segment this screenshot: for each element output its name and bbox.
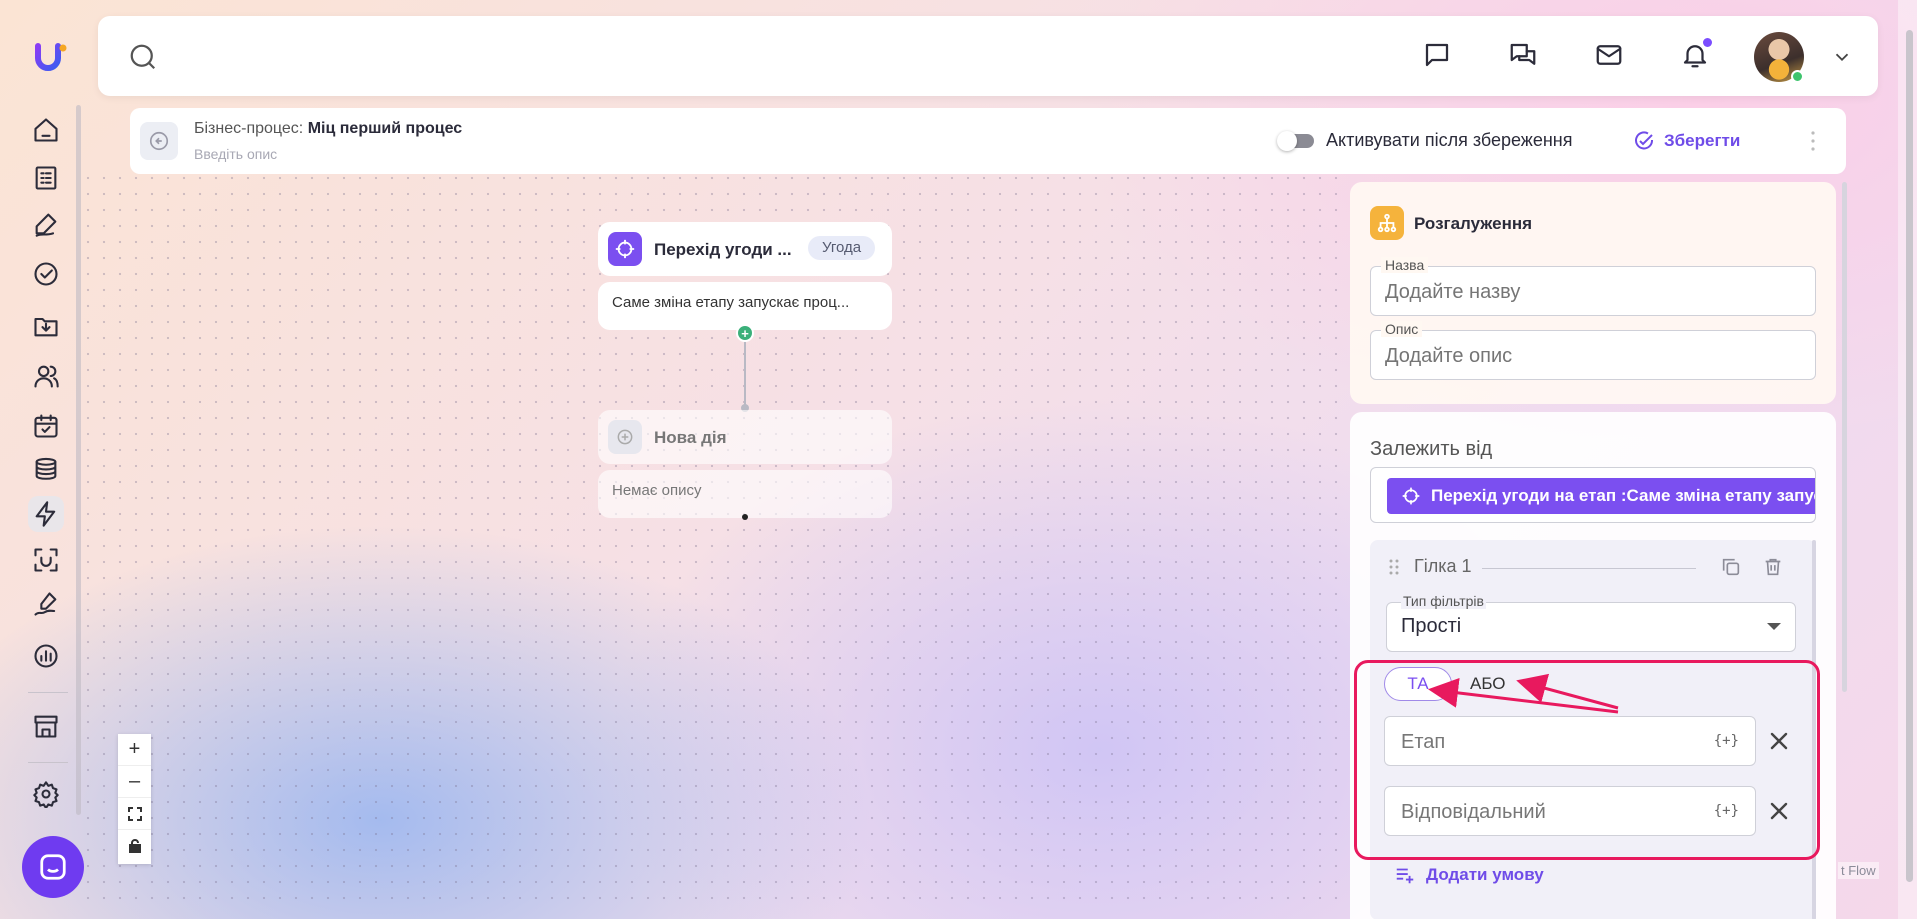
condition-placeholder: Етап (1401, 731, 1446, 753)
arrow-left-circle-icon (149, 131, 169, 151)
sidebar (0, 0, 84, 919)
name-field-label: Назва (1381, 257, 1429, 273)
depends-on-label: Залежить від (1370, 438, 1493, 460)
chats-icon[interactable] (1506, 38, 1540, 72)
message-icon[interactable] (1420, 38, 1454, 72)
depends-on-chip[interactable]: Перехід угоди на етап :Саме зміна етапу … (1387, 478, 1815, 514)
nav-signature-icon[interactable] (28, 586, 64, 622)
trigger-node-description[interactable]: Саме зміна етапу запускає проц... (598, 282, 892, 330)
nav-documents-icon[interactable] (28, 160, 64, 196)
zoom-in-button[interactable]: + (118, 734, 151, 766)
lock-button[interactable] (118, 830, 151, 862)
insert-variable-icon[interactable]: {+} (1714, 803, 1739, 819)
process-title: Бізнес-процес: Міц перший процес (194, 120, 463, 137)
new-action-node-title: Нова дія (654, 428, 727, 447)
search-icon[interactable] (128, 42, 158, 72)
remove-condition-button[interactable] (1768, 800, 1790, 822)
nav-tasks-icon[interactable] (28, 256, 64, 292)
close-icon (1770, 732, 1788, 750)
save-button[interactable]: Зберегти (1632, 128, 1740, 154)
add-condition-button[interactable]: Додати умову (1394, 864, 1544, 886)
top-bar (98, 16, 1878, 96)
page-scrollbar[interactable] (1906, 30, 1913, 882)
zoom-controls: + – (118, 734, 151, 864)
nav-edit-icon[interactable] (28, 206, 64, 242)
new-action-node-description[interactable]: Немає опису (598, 470, 892, 518)
check-circle-icon (1635, 131, 1654, 150)
process-description[interactable]: Введіть опис (194, 146, 277, 162)
flow-attribution[interactable]: t Flow (1838, 862, 1879, 879)
copy-icon[interactable] (1720, 556, 1744, 580)
panel-scrollbar[interactable] (1842, 182, 1847, 692)
playlist-add-icon (1396, 868, 1414, 884)
remove-condition-button[interactable] (1768, 730, 1790, 752)
trigger-node-title: Перехід угоди ... (654, 240, 792, 259)
chat-bubble-icon (40, 854, 66, 880)
chevron-down-icon[interactable] (1831, 46, 1853, 68)
process-header: Бізнес-процес: Міц перший процес Введіть… (130, 108, 1846, 174)
condition-field-responsible[interactable]: Відповідальний {+} (1384, 786, 1756, 836)
description-input[interactable] (1385, 345, 1795, 368)
back-button[interactable] (140, 122, 178, 160)
description-field-label: Опис (1381, 321, 1423, 337)
sidebar-scrollbar[interactable] (76, 105, 81, 815)
condition-field-stage[interactable]: Етап {+} (1384, 716, 1756, 766)
add-step-button[interactable]: + (736, 324, 754, 342)
depends-on-select[interactable]: Перехід угоди на етап :Саме зміна етапу … (1370, 467, 1816, 523)
nav-database-icon[interactable] (28, 452, 64, 488)
trigger-node-badge: Угода (808, 236, 876, 260)
more-menu-icon[interactable] (1810, 130, 1816, 152)
flow-canvas[interactable] (80, 170, 1350, 905)
drag-handle-icon[interactable] (1388, 558, 1400, 576)
crosshair-icon (1402, 487, 1420, 505)
caret-down-icon (1767, 623, 1781, 630)
branch-name: Гілка 1 (1414, 556, 1472, 576)
plus-circle-icon (608, 420, 642, 454)
nav-divider (28, 692, 68, 693)
nav-contacts-icon[interactable] (28, 358, 64, 394)
fullscreen-icon (127, 806, 142, 821)
insert-variable-icon[interactable]: {+} (1714, 733, 1739, 749)
node-handle[interactable] (742, 514, 748, 520)
online-status-dot (1791, 70, 1804, 83)
crosshair-icon (608, 232, 642, 266)
bell-icon[interactable] (1678, 38, 1712, 72)
panel-title: Розгалуження (1414, 214, 1533, 233)
logic-or-button[interactable]: АБО (1470, 667, 1506, 701)
filter-type-label: Тип фільтрів (1401, 593, 1486, 609)
trigger-node[interactable]: Перехід угоди ... Угода (598, 222, 892, 276)
fit-view-button[interactable] (118, 798, 151, 830)
flow-edge (744, 336, 746, 408)
filter-type-select[interactable]: Тип фільтрів Прості (1386, 593, 1796, 652)
name-input[interactable] (1385, 281, 1795, 304)
logic-and-button[interactable]: ТА (1384, 667, 1452, 701)
branch-divider (1482, 568, 1696, 569)
nav-divider (28, 762, 68, 763)
new-action-node[interactable]: Нова дія (598, 410, 892, 464)
notification-dot (1703, 38, 1712, 47)
nav-home-icon[interactable] (28, 112, 64, 148)
lock-icon (128, 839, 141, 853)
nav-automation-icon[interactable] (28, 496, 64, 532)
activate-label: Активувати після збереження (1326, 130, 1573, 150)
app-logo-icon[interactable] (34, 40, 68, 74)
filter-type-value: Прості (1401, 615, 1462, 637)
nav-store-icon[interactable] (28, 708, 64, 744)
nav-calendar-icon[interactable] (28, 408, 64, 444)
branch-settings-panel: Розгалуження Назва Опис (1350, 182, 1836, 404)
trash-icon[interactable] (1762, 556, 1786, 580)
activate-toggle[interactable] (1277, 131, 1314, 151)
nav-inbox-icon[interactable] (28, 308, 64, 344)
condition-placeholder: Відповідальний (1401, 801, 1546, 823)
description-field[interactable]: Опис (1370, 321, 1816, 380)
mail-icon[interactable] (1592, 38, 1626, 72)
support-chat-button[interactable] (22, 836, 84, 898)
name-field[interactable]: Назва (1370, 257, 1816, 316)
close-icon (1770, 802, 1788, 820)
branch-icon (1370, 206, 1404, 240)
nav-scan-icon[interactable] (28, 542, 64, 578)
nav-settings-icon[interactable] (28, 776, 64, 812)
zoom-out-button[interactable]: – (118, 766, 151, 798)
nav-analytics-icon[interactable] (28, 638, 64, 674)
